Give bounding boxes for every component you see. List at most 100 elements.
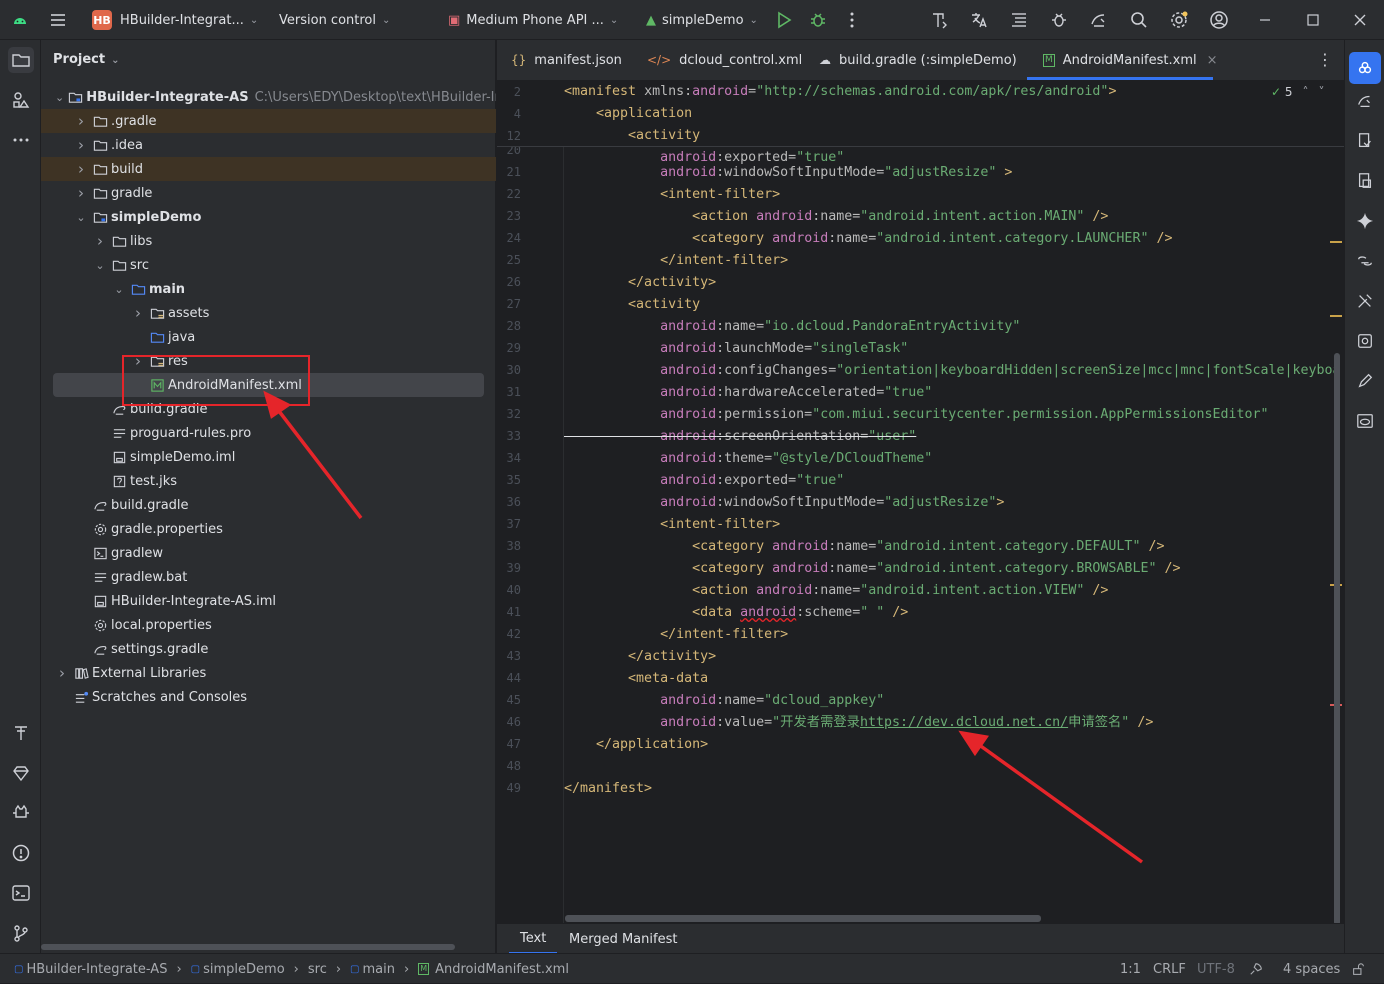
warning-stripe[interactable] [1330, 241, 1342, 243]
tree-item[interactable]: Scratches and Consoles [41, 685, 496, 709]
tree-item[interactable]: settings.gradle [41, 637, 496, 661]
tree-item[interactable]: › External Libraries [41, 661, 496, 685]
main-menu-icon[interactable] [46, 8, 70, 32]
breadcrumb-item[interactable]: src [308, 962, 327, 977]
problems-icon[interactable] [8, 840, 34, 866]
gradle-sync-icon[interactable] [927, 8, 951, 32]
project-panel-header[interactable]: Project ⌄ [53, 52, 119, 67]
version-control-icon[interactable] [8, 920, 34, 946]
tree-item[interactable]: › assets [41, 301, 496, 325]
tree-item[interactable]: local.properties [41, 613, 496, 637]
tab-build-gradle[interactable]: ☁ build.gradle (:simpleDemo) [819, 40, 1017, 80]
horizontal-scrollbar[interactable] [565, 915, 1041, 922]
tab-android-manifest[interactable]: M AndroidManifest.xml × [1043, 40, 1218, 80]
tree-item[interactable]: ⌄ main [41, 277, 496, 301]
device-selector[interactable]: ▣ Medium Phone API ... ⌄ [448, 0, 618, 40]
ai-assistant-icon[interactable] [1352, 208, 1378, 234]
chevron-right-icon[interactable]: › [74, 184, 88, 202]
tree-item[interactable]: ⌄ src [41, 253, 496, 277]
search-icon[interactable] [1127, 8, 1151, 32]
minimize-icon[interactable] [1253, 8, 1277, 32]
settings-icon[interactable] [1167, 8, 1191, 32]
tree-item[interactable]: › build [41, 157, 496, 181]
chevron-down-icon[interactable]: ⌄ [74, 211, 88, 224]
more-actions-icon[interactable] [840, 8, 864, 32]
build-variants-icon[interactable] [8, 720, 34, 746]
chevron-right-icon[interactable]: › [74, 160, 88, 178]
tab-manifest-json[interactable]: {} manifest.json [511, 40, 622, 80]
chevron-right-icon[interactable]: › [74, 136, 88, 154]
translate-icon[interactable] [967, 8, 991, 32]
tree-item[interactable]: proguard-rules.pro [41, 421, 496, 445]
run-icon[interactable] [772, 8, 796, 32]
chevron-down-icon[interactable]: ⌄ [112, 283, 126, 296]
horizontal-scrollbar[interactable] [41, 944, 455, 950]
tree-item[interactable]: gradlew [41, 541, 496, 565]
tools-icon[interactable] [1352, 288, 1378, 314]
pencil-icon[interactable] [1352, 368, 1378, 394]
vcs-selector[interactable]: Version control ⌄ [279, 0, 390, 40]
inspection-widget[interactable]: ✓ 5 ˄ ˅ [1271, 85, 1325, 99]
tree-item[interactable]: › gradle [41, 181, 496, 205]
line-ending[interactable]: CRLF [1153, 954, 1186, 984]
tree-item[interactable]: simpleDemo.iml [41, 445, 496, 469]
chevron-right-icon[interactable]: › [131, 304, 145, 322]
gemini-icon[interactable] [1349, 52, 1381, 84]
lock-icon[interactable] [1352, 954, 1365, 984]
resource-manager-icon[interactable] [8, 87, 34, 113]
chevron-down-icon[interactable]: ˅ [1319, 85, 1325, 99]
chevron-right-icon[interactable]: › [93, 232, 107, 250]
run-config-selector[interactable]: ▲ simpleDemo ⌄ [646, 0, 758, 40]
layout-inspector-icon[interactable] [1352, 168, 1378, 194]
chevron-right-icon[interactable]: › [55, 664, 69, 682]
tree-item[interactable]: › .idea [41, 133, 496, 157]
tab-options-icon[interactable]: ⋮ [1317, 50, 1333, 69]
logcat-icon[interactable] [8, 800, 34, 826]
project-tool-icon[interactable] [8, 47, 34, 73]
caret-position[interactable]: 1:1 [1120, 954, 1141, 984]
breadcrumb-item[interactable]: main [363, 962, 395, 977]
close-tab-icon[interactable]: × [1207, 53, 1218, 68]
breadcrumb-item[interactable]: HBuilder-Integrate-AS [26, 962, 167, 977]
breadcrumb-item[interactable]: AndroidManifest.xml [435, 962, 569, 977]
file-encoding[interactable]: UTF-8 [1197, 954, 1235, 984]
account-icon[interactable] [1207, 8, 1231, 32]
tree-item[interactable]: HBuilder-Integrate-AS.iml [41, 589, 496, 613]
maximize-icon[interactable] [1301, 8, 1325, 32]
tree-item[interactable]: java [41, 325, 496, 349]
terminal-icon[interactable] [8, 880, 34, 906]
chevron-right-icon[interactable]: › [74, 112, 88, 130]
notifications-icon[interactable] [1352, 128, 1378, 154]
vertical-scrollbar[interactable] [1334, 353, 1340, 923]
code-editor[interactable]: 20 21 22 23 24 25 26 27 28 29 30 31 32 33 34 35 36 37 38 39… [497, 81, 1344, 923]
more-tools-icon[interactable] [8, 127, 34, 153]
gem-icon[interactable] [8, 760, 34, 786]
tab-merged-manifest[interactable]: Merged Manifest [569, 924, 677, 954]
chevron-down-icon[interactable]: ⌄ [93, 259, 107, 272]
device-manager-icon[interactable] [1352, 88, 1378, 114]
tree-item[interactable]: gradle.properties [41, 517, 496, 541]
tree-item[interactable]: gradlew.bat [41, 565, 496, 589]
tree-item[interactable]: ⌄ simpleDemo [41, 205, 496, 229]
inspection-profile-icon[interactable] [1249, 954, 1263, 984]
preview-icon[interactable] [1352, 408, 1378, 434]
tree-item[interactable]: › libs [41, 229, 496, 253]
tree-item[interactable]: build.gradle [41, 493, 496, 517]
tree-root[interactable]: ⌄ HBuilder-Integrate-AS C:\Users\EDY\Des… [41, 85, 496, 109]
indent-setting[interactable]: 4 spaces [1283, 954, 1340, 984]
structure-icon[interactable] [1007, 8, 1031, 32]
link-icon[interactable] [1352, 248, 1378, 274]
warning-stripe[interactable] [1330, 315, 1342, 317]
debug-icon[interactable] [806, 8, 830, 32]
tree-item[interactable]: › .gradle [41, 109, 496, 133]
chevron-up-icon[interactable]: ˄ [1303, 85, 1309, 99]
close-icon[interactable] [1348, 8, 1372, 32]
running-devices-icon[interactable] [1352, 328, 1378, 354]
device-manager-icon[interactable] [1087, 8, 1111, 32]
tab-dcloud-control-xml[interactable]: </> dcloud_control.xml [647, 40, 802, 80]
app-inspection-icon[interactable] [1047, 8, 1071, 32]
tab-text[interactable]: Text [509, 924, 558, 954]
breadcrumb-item[interactable]: simpleDemo [203, 962, 285, 977]
tree-item[interactable]: test.jks [41, 469, 496, 493]
project-selector[interactable]: HB HBuilder-Integrat... ⌄ [92, 0, 258, 40]
